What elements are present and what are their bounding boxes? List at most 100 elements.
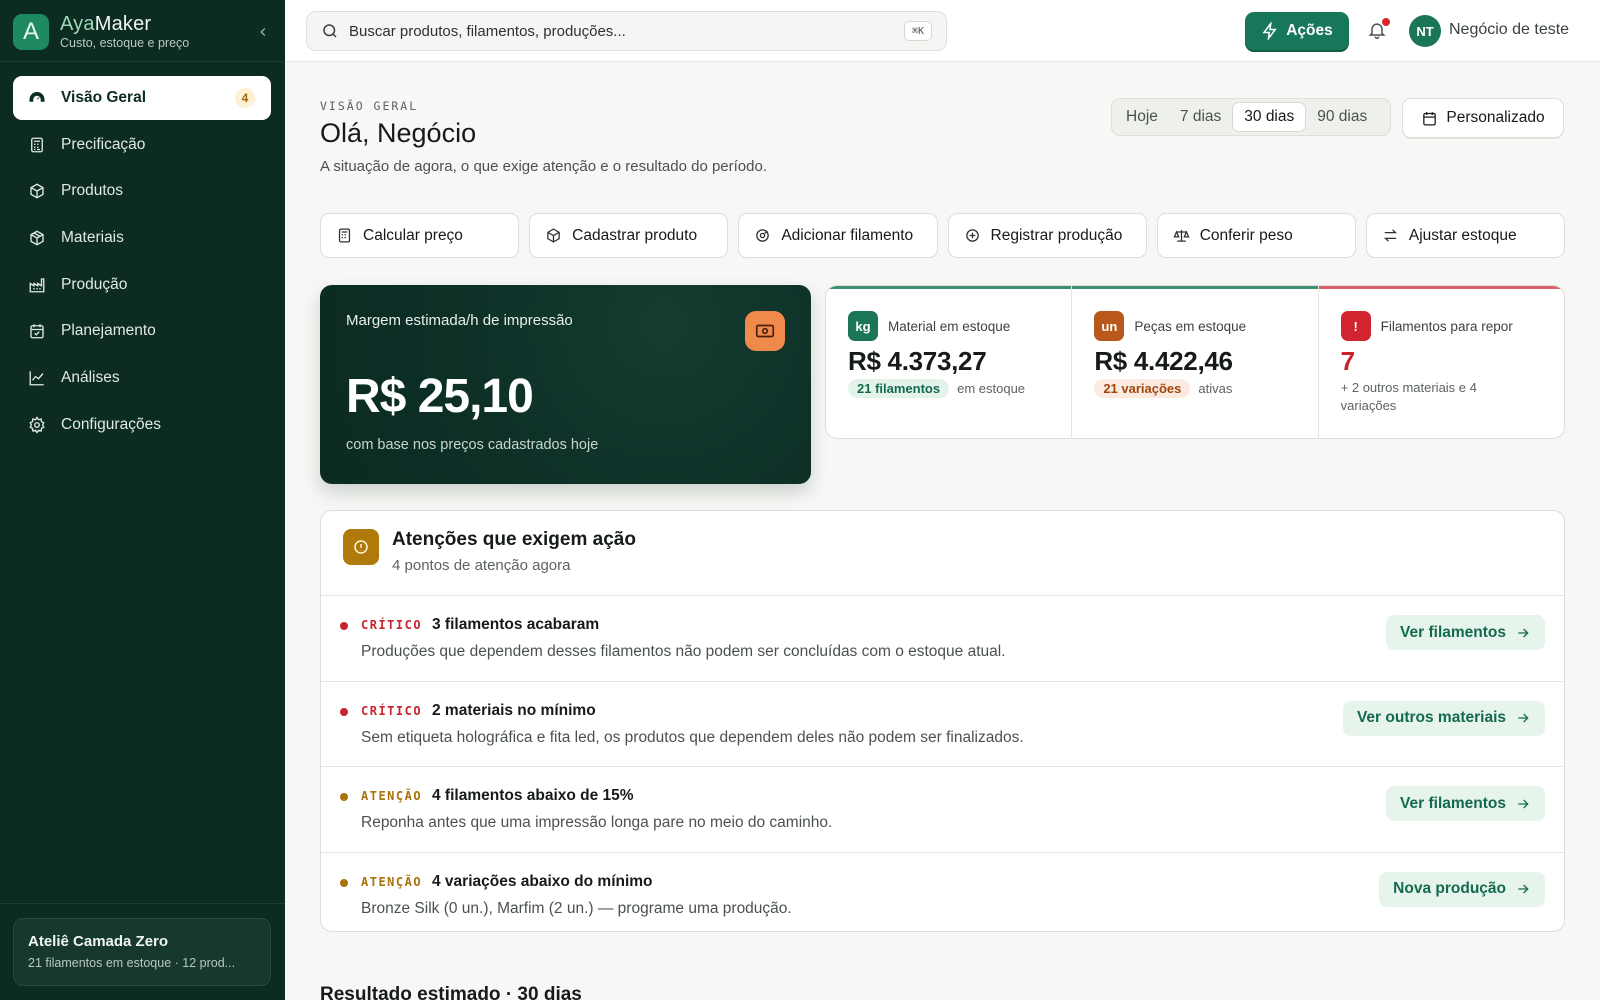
result-section-title: Resultado estimado · 30 dias bbox=[320, 984, 582, 1000]
alert-icon: ! bbox=[1340, 311, 1371, 341]
quick-actions: Calcular preço Cadastrar produto Adicion… bbox=[320, 213, 1566, 258]
spool-icon bbox=[754, 227, 771, 244]
quick-action-label: Registrar produção bbox=[990, 226, 1123, 244]
collapse-sidebar-chevron-left-icon[interactable] bbox=[253, 22, 273, 42]
kpi-accent-bar bbox=[1318, 286, 1564, 289]
button-label: Nova produção bbox=[1393, 880, 1506, 897]
sidebar-item-analises[interactable]: Análises bbox=[13, 356, 271, 400]
range-option-30-dias[interactable]: 30 dias bbox=[1232, 102, 1307, 132]
main-content: VISÃO GERAL Olá, Negócio A situação de a… bbox=[285, 62, 1600, 1000]
quick-action-label: Conferir peso bbox=[1199, 226, 1293, 244]
box-icon bbox=[27, 181, 47, 201]
quick-action-label: Cadastrar produto bbox=[572, 226, 698, 244]
dashboard-gauge-icon bbox=[27, 88, 47, 108]
kpi-suffix: ativas bbox=[1198, 381, 1233, 396]
attention-item: ATENÇÃO 4 filamentos abaixo de 15% Repon… bbox=[321, 767, 1564, 853]
arrow-right-icon bbox=[1515, 796, 1531, 812]
factory-icon bbox=[27, 275, 47, 295]
nova-producao-button[interactable]: Nova produção bbox=[1379, 871, 1545, 907]
search-bar[interactable]: ⌘K bbox=[306, 11, 947, 51]
quick-action-ajustar-estoque[interactable]: Ajustar estoque bbox=[1365, 213, 1566, 258]
brand[interactable]: A AyaMaker Custo, estoque e preço bbox=[13, 13, 273, 53]
calendar-check-icon bbox=[27, 321, 47, 341]
brand-logo: A bbox=[13, 14, 49, 50]
quick-action-adicionar-filamento[interactable]: Adicionar filamento bbox=[738, 213, 938, 258]
calendar-icon bbox=[1421, 110, 1438, 127]
sidebar: A AyaMaker Custo, estoque e preço Visão … bbox=[0, 0, 285, 1000]
sidebar-item-visao-geral[interactable]: Visão Geral 4 bbox=[13, 76, 271, 120]
severity-label: CRÍTICO bbox=[361, 618, 423, 632]
sidebar-nav: Visão Geral 4 Precificação Produtos Mate… bbox=[13, 76, 271, 450]
search-shortcut-hint: ⌘K bbox=[903, 21, 932, 41]
ver-filamentos-button[interactable]: Ver filamentos bbox=[1386, 786, 1545, 821]
custom-range-button[interactable]: Personalizado bbox=[1402, 98, 1564, 138]
custom-range-label: Personalizado bbox=[1446, 109, 1545, 126]
kpi-value: 7 bbox=[1340, 346, 1355, 376]
page-subtitle: A situação de agora, o que exige atenção… bbox=[320, 158, 767, 175]
plus-circle-icon bbox=[964, 227, 981, 244]
attention-item-title: 4 filamentos abaixo de 15% bbox=[432, 787, 634, 804]
scale-icon bbox=[1173, 227, 1190, 244]
kpi-pecas-em-estoque[interactable]: un Peças em estoque R$ 4.422,46 21 varia… bbox=[1072, 286, 1319, 438]
sidebar-item-materiais[interactable]: Materiais bbox=[13, 216, 271, 260]
range-option-90-dias[interactable]: 90 dias bbox=[1306, 102, 1378, 132]
sidebar-item-produtos[interactable]: Produtos bbox=[13, 169, 271, 213]
kpi-accent-bar bbox=[826, 286, 1072, 289]
kpi-suffix: em estoque bbox=[957, 381, 1026, 396]
notification-dot bbox=[1382, 18, 1390, 26]
hero-footnote: com base nos preços cadastrados hoje bbox=[346, 437, 599, 453]
sidebar-item-producao[interactable]: Produção bbox=[13, 263, 271, 307]
kpi-filamentos-para-repor[interactable]: ! Filamentos para repor 7 + 2 outros mat… bbox=[1318, 286, 1564, 438]
page-eyebrow: VISÃO GERAL bbox=[320, 99, 419, 113]
sidebar-item-planejamento[interactable]: Planejamento bbox=[13, 309, 271, 353]
quick-action-conferir-peso[interactable]: Conferir peso bbox=[1156, 213, 1356, 258]
avatar[interactable]: NT bbox=[1409, 15, 1441, 47]
severity-dot bbox=[340, 793, 348, 801]
sidebar-item-configuracoes[interactable]: Configurações bbox=[13, 403, 271, 447]
account-name[interactable]: Negócio de teste bbox=[1449, 21, 1569, 39]
sidebar-item-label: Análises bbox=[61, 369, 120, 387]
search-icon bbox=[321, 22, 339, 40]
attention-item: ATENÇÃO 4 variações abaixo do mínimo Bro… bbox=[321, 853, 1564, 932]
attention-item-description: Bronze Silk (0 un.), Marfim (2 un.) — pr… bbox=[361, 899, 792, 917]
banknote-icon bbox=[745, 311, 785, 351]
attention-item-title: 2 materiais no mínimo bbox=[432, 701, 596, 719]
kpi-accent-bar bbox=[1072, 286, 1318, 289]
ver-outros-materiais-button[interactable]: Ver outros materiais bbox=[1342, 700, 1545, 736]
quick-action-cadastrar-produto[interactable]: Cadastrar produto bbox=[529, 213, 729, 258]
quick-action-label: Adicionar filamento bbox=[781, 226, 914, 244]
kpi-note: + 2 outros materiais e 4 variações bbox=[1340, 380, 1477, 413]
attention-item-title: 3 filamentos acabaram bbox=[432, 616, 600, 633]
workspace-summary: 21 filamentos em estoque · 12 prod... bbox=[28, 956, 236, 970]
lightning-icon bbox=[1261, 20, 1279, 42]
sidebar-divider bbox=[0, 903, 285, 904]
quick-action-calcular-preco[interactable]: Calcular preço bbox=[320, 213, 520, 258]
range-option-hoje[interactable]: Hoje bbox=[1115, 102, 1169, 132]
kpi-label: Peças em estoque bbox=[1134, 318, 1247, 334]
actions-button[interactable]: Ações bbox=[1245, 12, 1349, 50]
attention-title: Atenções que exigem ação bbox=[392, 529, 636, 550]
workspace-switcher[interactable]: Ateliê Camada Zero 21 filamentos em esto… bbox=[13, 918, 271, 986]
calculator-icon bbox=[27, 135, 47, 155]
sidebar-item-label: Visão Geral bbox=[61, 89, 147, 106]
calculator-icon bbox=[336, 227, 353, 244]
kpi-pill: 21 variações bbox=[1094, 379, 1191, 398]
sidebar-item-label: Precificação bbox=[61, 135, 146, 153]
kpi-value: R$ 4.373,27 bbox=[848, 346, 987, 376]
ver-filamentos-button[interactable]: Ver filamentos bbox=[1386, 615, 1545, 650]
range-option-7-dias[interactable]: 7 dias bbox=[1169, 102, 1232, 132]
sidebar-item-precificacao[interactable]: Precificação bbox=[13, 123, 271, 167]
sidebar-item-label: Planejamento bbox=[61, 322, 156, 340]
kpi-material-em-estoque[interactable]: kg Material em estoque R$ 4.373,27 21 fi… bbox=[826, 286, 1073, 438]
topbar: ⌘K Ações NT Negócio de teste bbox=[285, 0, 1600, 62]
arrow-right-icon bbox=[1515, 881, 1531, 897]
package-icon bbox=[27, 228, 47, 248]
kpi-value: R$ 4.422,46 bbox=[1094, 346, 1233, 376]
attention-item: CRÍTICO 3 filamentos acabaram Produções … bbox=[321, 596, 1564, 682]
button-label: Ver filamentos bbox=[1400, 623, 1506, 641]
search-input[interactable] bbox=[349, 22, 889, 40]
margin-hero-card: Margem estimada/h de impressão R$ 25,10 … bbox=[320, 285, 811, 484]
arrow-right-icon bbox=[1515, 710, 1531, 726]
quick-action-registrar-producao[interactable]: Registrar produção bbox=[947, 213, 1147, 258]
sidebar-item-label: Configurações bbox=[61, 415, 161, 433]
